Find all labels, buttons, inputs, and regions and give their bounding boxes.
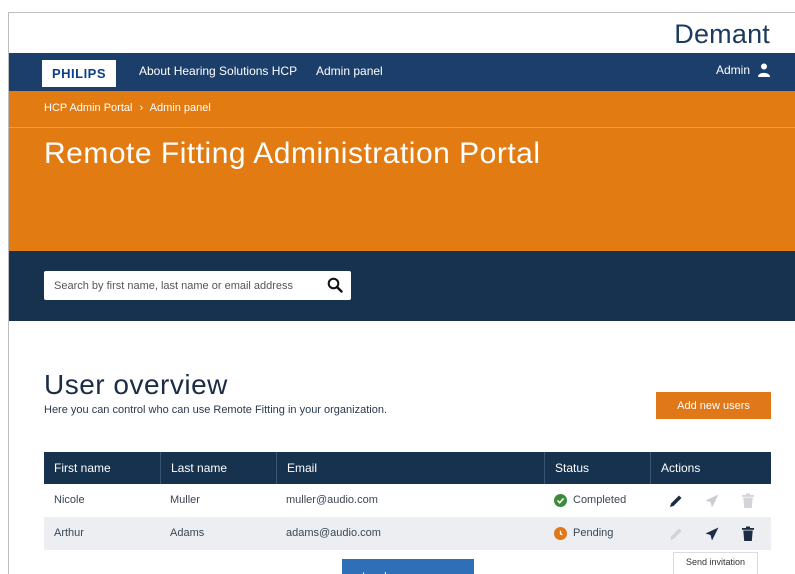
send-invitation-button[interactable] xyxy=(694,484,730,517)
paper-plane-icon xyxy=(705,527,719,540)
cell-last-name: Adams xyxy=(170,527,205,539)
column-header-actions: Actions xyxy=(650,452,771,484)
trash-icon xyxy=(742,493,754,508)
users-table: First name Last name Email Status Action… xyxy=(44,452,771,550)
trash-icon xyxy=(742,526,754,541)
hero-divider xyxy=(9,127,795,128)
status-label: Pending xyxy=(573,527,614,539)
person-icon xyxy=(758,63,770,77)
cell-first-name: Arthur xyxy=(54,527,84,539)
table-header: First name Last name Email Status Action… xyxy=(44,452,771,484)
breadcrumb-item-portal[interactable]: HCP Admin Portal xyxy=(44,102,132,114)
cell-last-name: Muller xyxy=(170,494,200,506)
top-bar: Demant xyxy=(9,13,795,53)
row-actions xyxy=(650,484,771,517)
section-subtitle: Here you can control who can use Remote … xyxy=(44,404,388,416)
hero-banner: HCP Admin Portal › Admin panel Remote Fi… xyxy=(9,91,795,251)
status-label: Completed xyxy=(573,494,627,506)
demant-logo: Demant xyxy=(674,19,770,49)
user-menu[interactable]: Admin xyxy=(716,63,770,77)
column-header-status[interactable]: Status xyxy=(544,452,650,484)
search-band xyxy=(9,251,795,321)
check-circle-icon xyxy=(554,494,567,507)
edit-button[interactable] xyxy=(658,484,694,517)
send-invitation-button[interactable] xyxy=(694,517,730,550)
delete-button[interactable] xyxy=(730,484,766,517)
column-header-last-name[interactable]: Last name xyxy=(160,452,276,484)
app-window: Demant PHILIPS About Hearing Solutions H… xyxy=(8,12,795,574)
status-cell: Pending xyxy=(544,517,650,550)
main-navbar: PHILIPS About Hearing Solutions HCP Admi… xyxy=(9,53,795,91)
search-box xyxy=(44,271,351,300)
search-icon[interactable] xyxy=(327,277,343,293)
table-row: Nicole Muller muller@audio.com Completed xyxy=(44,484,771,517)
send-invitation-tooltip: Send invitation xyxy=(673,552,758,574)
page-title: Remote Fitting Administration Portal xyxy=(44,137,541,170)
add-new-users-button[interactable]: Add new users xyxy=(656,392,771,419)
load-more-users-button[interactable]: Load more users... xyxy=(342,559,474,574)
column-header-email[interactable]: Email xyxy=(276,452,544,484)
cell-first-name: Nicole xyxy=(54,494,85,506)
cell-email: adams@audio.com xyxy=(286,527,381,539)
table-row: Arthur Adams adams@audio.com Pending xyxy=(44,517,771,550)
user-menu-label: Admin xyxy=(715,63,750,77)
column-header-first-name[interactable]: First name xyxy=(44,452,160,484)
clock-circle-icon xyxy=(554,527,567,540)
cell-email: muller@audio.com xyxy=(286,494,378,506)
edit-button[interactable] xyxy=(658,517,694,550)
breadcrumb-separator: › xyxy=(139,102,144,114)
pencil-icon xyxy=(670,495,682,507)
search-input[interactable] xyxy=(44,271,314,300)
philips-logo[interactable]: PHILIPS xyxy=(42,60,116,87)
pencil-icon xyxy=(670,528,682,540)
breadcrumb-item-admin-panel[interactable]: Admin panel xyxy=(150,102,211,114)
nav-link-admin-panel[interactable]: Admin panel xyxy=(316,64,383,78)
row-actions xyxy=(650,517,771,550)
paper-plane-icon xyxy=(705,494,719,507)
breadcrumb: HCP Admin Portal › Admin panel xyxy=(44,102,211,114)
status-cell: Completed xyxy=(544,484,650,517)
section-title: User overview xyxy=(44,369,228,400)
delete-button[interactable] xyxy=(730,517,766,550)
nav-link-about[interactable]: About Hearing Solutions HCP xyxy=(139,64,297,78)
